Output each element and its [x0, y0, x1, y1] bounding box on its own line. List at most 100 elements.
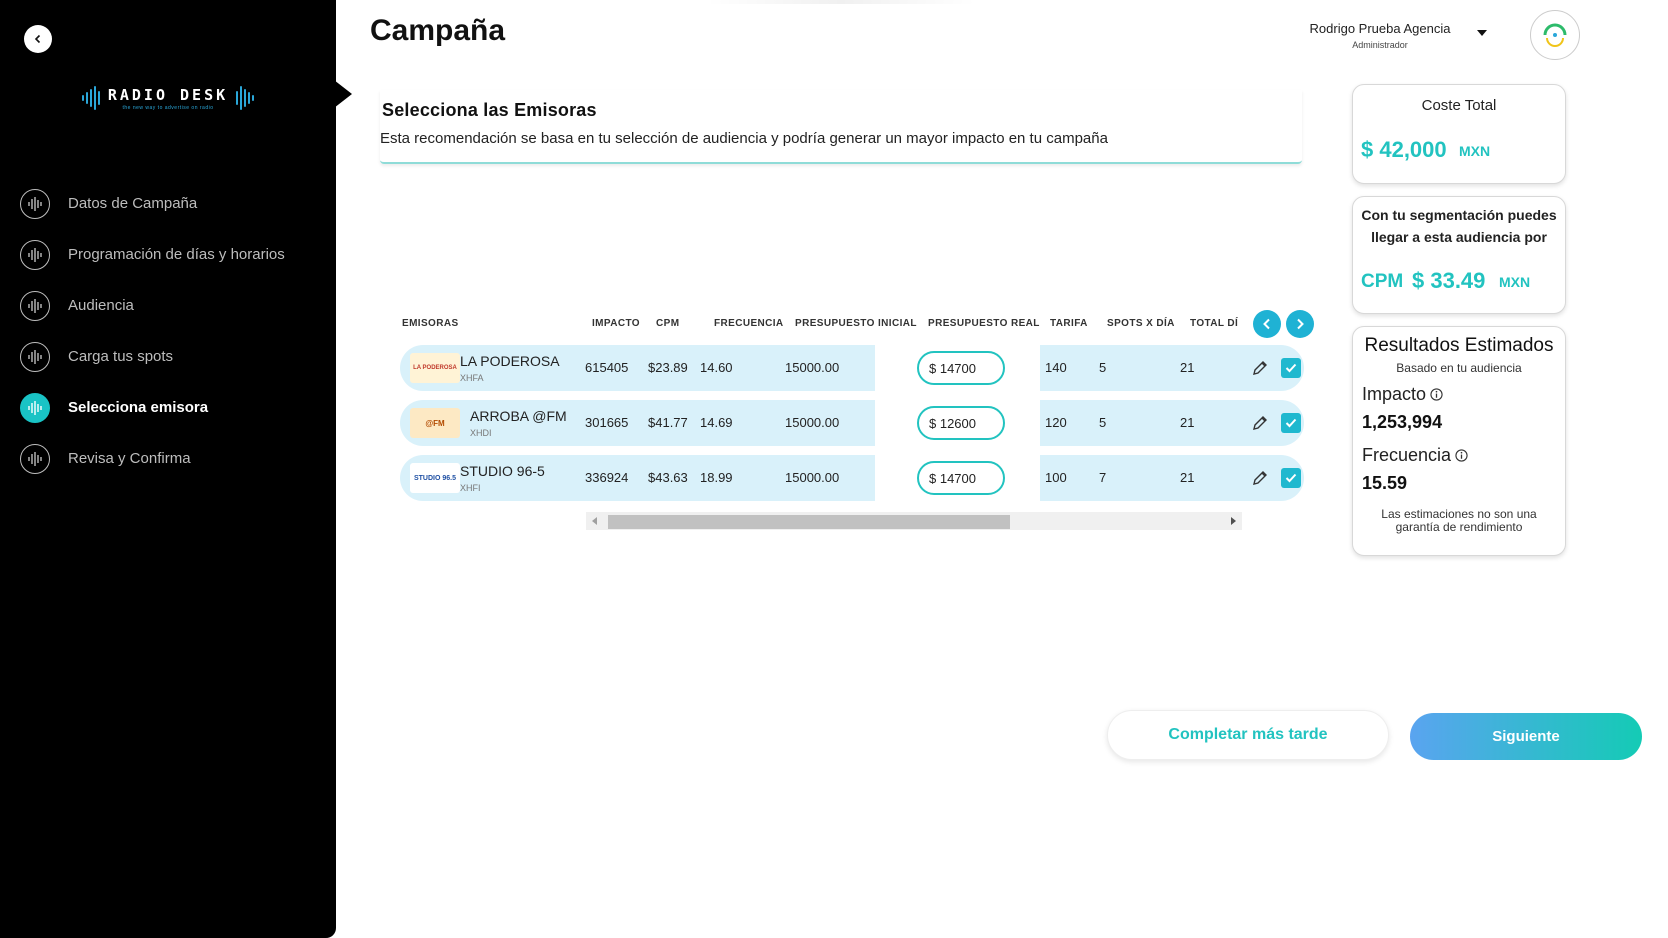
spots-cell: 5 — [1099, 415, 1107, 430]
top-shadow — [706, 0, 976, 4]
sound-wave-icon — [236, 86, 255, 110]
sidebar-item-programacion[interactable]: Programación de días y horarios — [20, 229, 285, 280]
total-cost-amount: $ 42,000 — [1361, 137, 1447, 162]
logo-title: RADIO DESK — [107, 85, 229, 104]
collapse-sidebar-button[interactable] — [24, 25, 52, 53]
scroll-left-arrow-icon[interactable] — [592, 517, 597, 525]
column-header: IMPACTO — [592, 318, 640, 329]
user-role: Administrador — [1352, 40, 1408, 50]
pencil-icon[interactable] — [1251, 359, 1269, 377]
frecuencia-cell: 14.69 — [700, 415, 733, 430]
radio-desk-logo: RADIO DESK the new way to advertise on r… — [80, 82, 256, 114]
presupuesto-real-input[interactable] — [917, 406, 1005, 440]
impacto-cell: 336924 — [585, 470, 629, 485]
next-button[interactable]: Siguiente — [1410, 713, 1642, 760]
station-logo: STUDIO 96.5 — [410, 463, 460, 493]
cpm-cell: $41.77 — [648, 415, 688, 430]
column-header: SPOTS X DÍA — [1107, 318, 1175, 329]
sidebar-item-selecciona-emisora[interactable]: Selecciona emisora — [20, 382, 285, 433]
column-header: TOTAL DÍ — [1190, 318, 1239, 329]
info-icon[interactable] — [1430, 388, 1443, 401]
info-icon[interactable] — [1455, 449, 1468, 462]
results-title: Resultados Estimados — [1364, 335, 1554, 356]
frecuencia-label: Frecuencia — [1362, 445, 1468, 466]
logo-subtitle: the new way to advertise on radio — [122, 104, 214, 111]
complete-later-button[interactable]: Completar más tarde — [1107, 710, 1389, 760]
section-title: Selecciona las Emisoras — [382, 100, 597, 120]
station-select-checkbox[interactable] — [1281, 358, 1301, 378]
tarifa-cell: 100 — [1045, 470, 1067, 485]
frecuencia-value: 15.59 — [1362, 473, 1408, 493]
table-horizontal-scrollbar[interactable] — [586, 512, 1242, 530]
presupuesto-real-input[interactable] — [917, 461, 1005, 495]
sidebar-item-revisa-confirma[interactable]: Revisa y Confirma — [20, 433, 285, 484]
avatar[interactable] — [1530, 10, 1580, 60]
column-header: FRECUENCIA — [714, 318, 784, 329]
check-icon — [1285, 473, 1297, 483]
chevron-left-icon — [1263, 318, 1270, 330]
results-subtitle: Basado en tu audiencia — [1396, 361, 1522, 375]
pencil-icon[interactable] — [1251, 414, 1269, 432]
station-select-checkbox[interactable] — [1281, 413, 1301, 433]
scroll-right-arrow-icon[interactable] — [1231, 517, 1236, 525]
station-name: ARROBA @FM — [470, 408, 567, 424]
company-logo-icon — [1543, 23, 1567, 47]
section-header: Selecciona las Emisoras Esta recomendaci… — [380, 90, 1302, 164]
table-header: EMISORAS IMPACTO CPM FRECUENCIA PRESUPUE… — [400, 318, 1240, 332]
pencil-icon[interactable] — [1251, 469, 1269, 487]
impacto-label: Impacto — [1362, 384, 1443, 405]
spots-cell: 7 — [1099, 470, 1107, 485]
station-code: XHFI — [460, 483, 481, 493]
scrollbar-thumb[interactable] — [608, 515, 1010, 529]
sidebar: RADIO DESK the new way to advertise on r… — [0, 0, 336, 938]
sound-wave-icon — [81, 86, 100, 110]
total-cost-currency: MXN — [1459, 143, 1491, 159]
cpm-card: Con tu segmentación puedes llegar a esta… — [1352, 196, 1566, 314]
section-description: Esta recomendación se basa en tu selecci… — [380, 130, 1108, 147]
sidebar-nav: Datos de Campaña Programación de días y … — [20, 178, 285, 484]
disclaimer-line2: garantía de rendimiento — [1395, 520, 1523, 534]
caret-down-icon[interactable] — [1477, 30, 1487, 36]
total-cost-label: Coste Total — [1421, 97, 1497, 114]
scroll-right-button[interactable] — [1286, 310, 1314, 338]
cpm-label: CPM — [1361, 271, 1404, 292]
sidebar-item-carga-spots[interactable]: Carga tus spots — [20, 331, 285, 382]
presupuesto-inicial-cell: 15000.00 — [785, 470, 840, 485]
total-dias-cell: 21 — [1180, 415, 1195, 430]
sound-wave-icon — [20, 443, 50, 474]
sound-wave-icon — [20, 188, 50, 219]
check-icon — [1285, 418, 1297, 428]
station-select-checkbox[interactable] — [1281, 468, 1301, 488]
station-logo: LA PODEROSA — [410, 353, 460, 383]
presupuesto-inicial-cell: 15000.00 — [785, 415, 840, 430]
sidebar-item-label: Carga tus spots — [68, 348, 174, 365]
presupuesto-real-input[interactable] — [917, 351, 1005, 385]
presupuesto-inicial-cell: 15000.00 — [785, 360, 840, 375]
sidebar-item-label: Selecciona emisora — [68, 399, 209, 416]
column-header: PRESUPUESTO REAL — [928, 318, 1040, 329]
cpm-cell: $23.89 — [648, 360, 688, 375]
tarifa-cell: 140 — [1045, 360, 1067, 375]
cpm-text-line2: llegar a esta audiencia por — [1371, 229, 1547, 245]
column-header: EMISORAS — [402, 318, 459, 329]
sidebar-item-datos-campana[interactable]: Datos de Campaña — [20, 178, 285, 229]
sound-wave-icon — [20, 290, 50, 321]
impacto-value: 1,253,994 — [1362, 412, 1443, 432]
impacto-cell: 301665 — [585, 415, 629, 430]
station-code: XHFA — [460, 373, 484, 383]
user-menu[interactable]: Rodrigo Prueba Agencia Administrador — [1306, 21, 1454, 50]
total-dias-cell: 21 — [1180, 360, 1195, 375]
cpm-text-line1: Con tu segmentación puedes — [1361, 207, 1557, 223]
sidebar-item-label: Audiencia — [68, 297, 134, 314]
chevron-right-icon — [1297, 318, 1304, 330]
page-title: Campaña — [370, 14, 506, 47]
table-row: STUDIO 96.5 STUDIO 96-5 XHFI 336924 $43.… — [400, 455, 1304, 501]
app-root: RADIO DESK the new way to advertise on r… — [0, 0, 1668, 938]
station-name: LA PODEROSA — [460, 353, 560, 369]
station-name: STUDIO 96-5 — [460, 463, 545, 479]
station-code: XHDI — [470, 428, 492, 438]
sidebar-item-audiencia[interactable]: Audiencia — [20, 280, 285, 331]
column-header: CPM — [656, 318, 680, 329]
scroll-left-button[interactable] — [1253, 310, 1281, 338]
sound-wave-icon — [20, 239, 50, 270]
